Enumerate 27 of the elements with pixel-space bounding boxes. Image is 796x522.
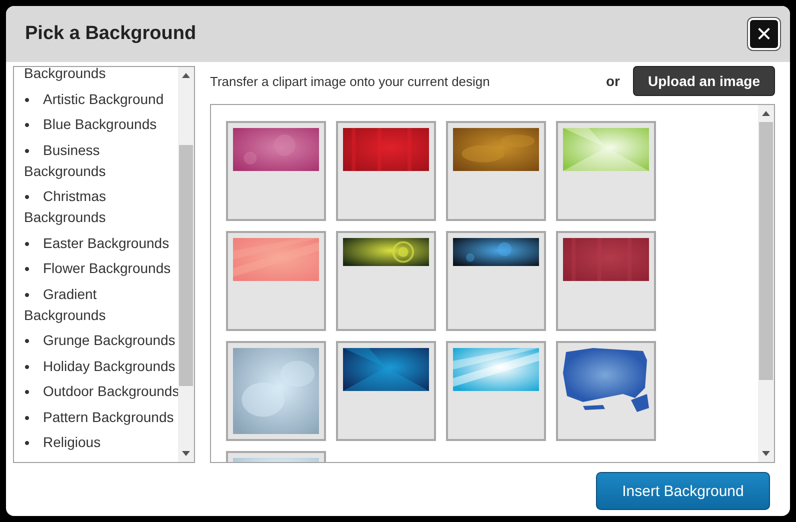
close-button[interactable]: ✕ xyxy=(748,18,780,50)
scrollbar-thumb[interactable] xyxy=(179,145,193,386)
insert-background-button[interactable]: Insert Background xyxy=(596,472,770,510)
thumbnail-tile[interactable] xyxy=(336,231,436,331)
thumbnail-tile[interactable] xyxy=(556,231,656,331)
instruction-text: Transfer a clipart image onto your current design xyxy=(210,74,491,88)
scroll-down-icon[interactable] xyxy=(762,451,770,456)
scroll-up-icon[interactable] xyxy=(762,111,770,116)
scrollbar[interactable] xyxy=(178,67,194,462)
thumbnail-tile[interactable] xyxy=(556,121,656,221)
thumbnail-tile[interactable] xyxy=(556,341,656,441)
or-label: or xyxy=(606,73,620,89)
scroll-up-icon[interactable] xyxy=(182,73,190,78)
thumbnail-tile[interactable] xyxy=(446,121,546,221)
thumbnail-tile[interactable] xyxy=(446,231,546,331)
category-link[interactable]: Backgrounds xyxy=(24,67,178,84)
thumbnail-tile[interactable] xyxy=(226,231,326,331)
thumbnail-tile[interactable] xyxy=(226,121,326,221)
thumbnail-tile[interactable] xyxy=(336,121,436,221)
thumbnail-tile[interactable] xyxy=(336,341,436,441)
thumbnail-tile[interactable] xyxy=(226,341,326,441)
thumbnail-tile[interactable] xyxy=(446,341,546,441)
scroll-down-icon[interactable] xyxy=(182,451,190,456)
upload-button[interactable]: Upload an image xyxy=(632,66,775,96)
scrollbar-thumb[interactable] xyxy=(759,122,773,380)
scrollbar[interactable] xyxy=(758,105,774,462)
dialog-title: Pick a Background xyxy=(25,23,196,45)
